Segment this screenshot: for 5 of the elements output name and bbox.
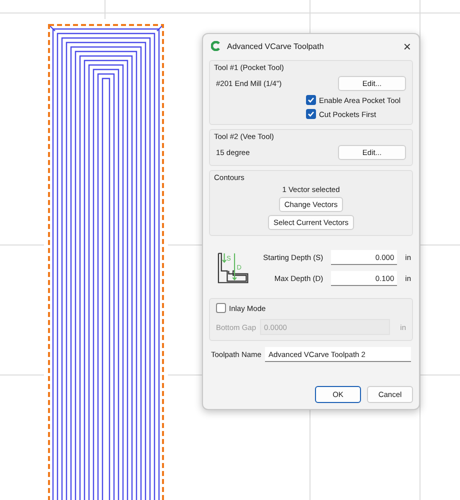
app-icon	[211, 41, 221, 51]
close-button[interactable]: ×	[401, 40, 413, 52]
checkbox[interactable]	[306, 109, 316, 119]
window-title: Advanced VCarve Toolpath	[227, 42, 325, 50]
checkbox[interactable]	[306, 95, 316, 105]
